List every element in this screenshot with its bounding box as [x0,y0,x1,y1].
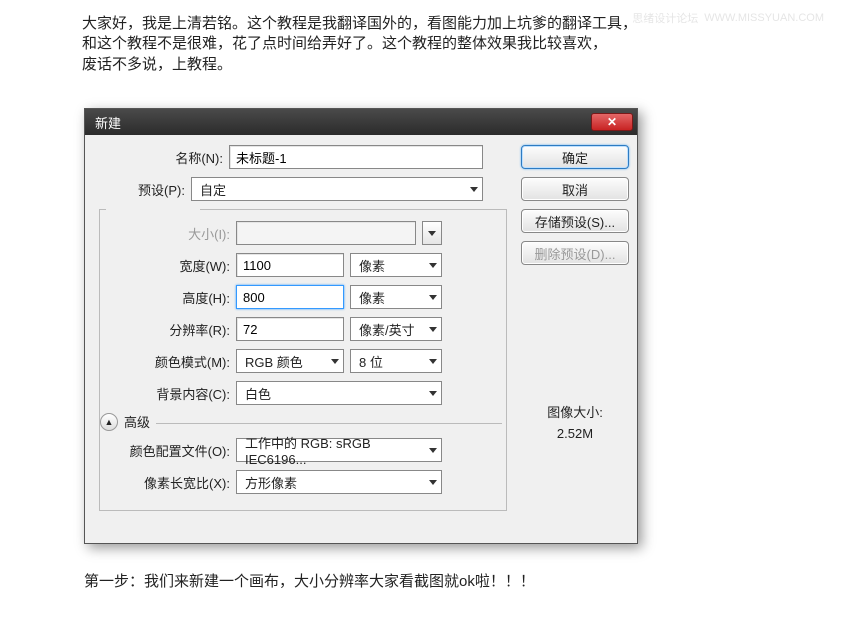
ok-label: 确定 [562,148,588,167]
profile-value: 工作中的 RGB: sRGB IEC6196... [245,433,429,467]
ok-button[interactable]: 确定 [521,145,629,169]
left-column: 名称(N): 预设(P): 自定 大小(I): 宽度(W): [93,145,511,515]
profile-label: 颜色配置文件(O): [100,441,230,460]
depth-select[interactable]: 8 位 [350,349,442,373]
resolution-label: 分辨率(R): [100,320,230,339]
image-size-label: 图像大小: [521,403,629,424]
bg-value: 白色 [245,384,271,403]
chevron-down-icon [429,480,437,485]
mode-value: RGB 颜色 [245,352,303,371]
size-label: 大小(I): [100,224,230,243]
name-input[interactable] [229,145,483,169]
bg-select[interactable]: 白色 [236,381,442,405]
close-icon: ✕ [607,115,617,129]
preset-value: 自定 [200,180,226,199]
step-one-text: 第一步：我们来新建一个画布，大小分辨率大家看截图就ok啦！！！ [84,570,535,591]
size-input [236,221,416,245]
chevron-down-icon [429,327,437,332]
resolution-unit-value: 像素/英寸 [359,320,415,339]
advanced-separator: ▲ 高级 [100,423,502,424]
preset-select[interactable]: 自定 [191,177,483,201]
right-column: 确定 取消 存储预设(S)... 删除预设(D)... 图像大小: 2.52M [521,145,629,515]
intro-line3: 废话不多说，上教程。 [82,55,637,75]
name-label: 名称(N): [93,148,223,167]
dialog-body: 名称(N): 预设(P): 自定 大小(I): 宽度(W): [85,135,637,525]
width-label: 宽度(W): [100,256,230,275]
profile-select[interactable]: 工作中的 RGB: sRGB IEC6196... [236,438,442,462]
aspect-select[interactable]: 方形像素 [236,470,442,494]
titlebar: 新建 ✕ [85,109,637,135]
bg-label: 背景内容(C): [100,384,230,403]
size-select-button [422,221,442,245]
advanced-toggle[interactable]: ▲ 高级 [100,412,156,431]
intro-text: 大家好，我是上清若铭。这个教程是我翻译国外的，看图能力加上坑爹的翻译工具， 和这… [82,14,637,75]
mode-select[interactable]: RGB 颜色 [236,349,344,373]
chevron-down-icon [429,448,437,453]
image-size-info: 图像大小: 2.52M [521,403,629,445]
aspect-label: 像素长宽比(X): [100,473,230,492]
height-input[interactable] [236,285,344,309]
height-unit-value: 像素 [359,288,385,307]
new-dialog: 新建 ✕ 名称(N): 预设(P): 自定 大小(I): [84,108,638,544]
mode-label: 颜色模式(M): [100,352,230,371]
settings-group: 大小(I): 宽度(W): 像素 高度(H): 像素 [99,209,507,511]
resolution-unit-select[interactable]: 像素/英寸 [350,317,442,341]
chevron-down-icon [429,295,437,300]
intro-line1: 大家好，我是上清若铭。这个教程是我翻译国外的，看图能力加上坑爹的翻译工具， [82,14,637,34]
delete-preset-button: 删除预设(D)... [521,241,629,265]
image-size-value: 2.52M [521,424,629,445]
watermark-text1: 思绪设计论坛 [632,10,698,26]
width-unit-value: 像素 [359,256,385,275]
delete-preset-label: 删除预设(D)... [535,244,616,263]
height-unit-select[interactable]: 像素 [350,285,442,309]
chevron-down-icon [429,359,437,364]
watermark: 思绪设计论坛 WWW.MISSYUAN.COM [632,10,824,26]
save-preset-button[interactable]: 存储预设(S)... [521,209,629,233]
chevron-down-icon [429,391,437,396]
width-unit-select[interactable]: 像素 [350,253,442,277]
close-button[interactable]: ✕ [591,113,633,131]
chevron-down-icon [429,263,437,268]
chevron-down-icon [428,231,436,236]
chevron-down-icon [470,187,478,192]
width-input[interactable] [236,253,344,277]
save-preset-label: 存储预设(S)... [535,212,615,231]
resolution-input[interactable] [236,317,344,341]
height-label: 高度(H): [100,288,230,307]
dialog-title: 新建 [95,113,121,132]
collapse-icon: ▲ [100,413,118,431]
preset-label: 预设(P): [93,180,185,199]
depth-value: 8 位 [359,352,383,371]
cancel-button[interactable]: 取消 [521,177,629,201]
intro-line2: 和这个教程不是很难，花了点时间给弄好了。这个教程的整体效果我比较喜欢， [82,34,637,54]
advanced-label: 高级 [124,412,150,431]
aspect-value: 方形像素 [245,473,297,492]
watermark-text2: WWW.MISSYUAN.COM [704,12,824,24]
cancel-label: 取消 [562,180,588,199]
chevron-down-icon [331,359,339,364]
